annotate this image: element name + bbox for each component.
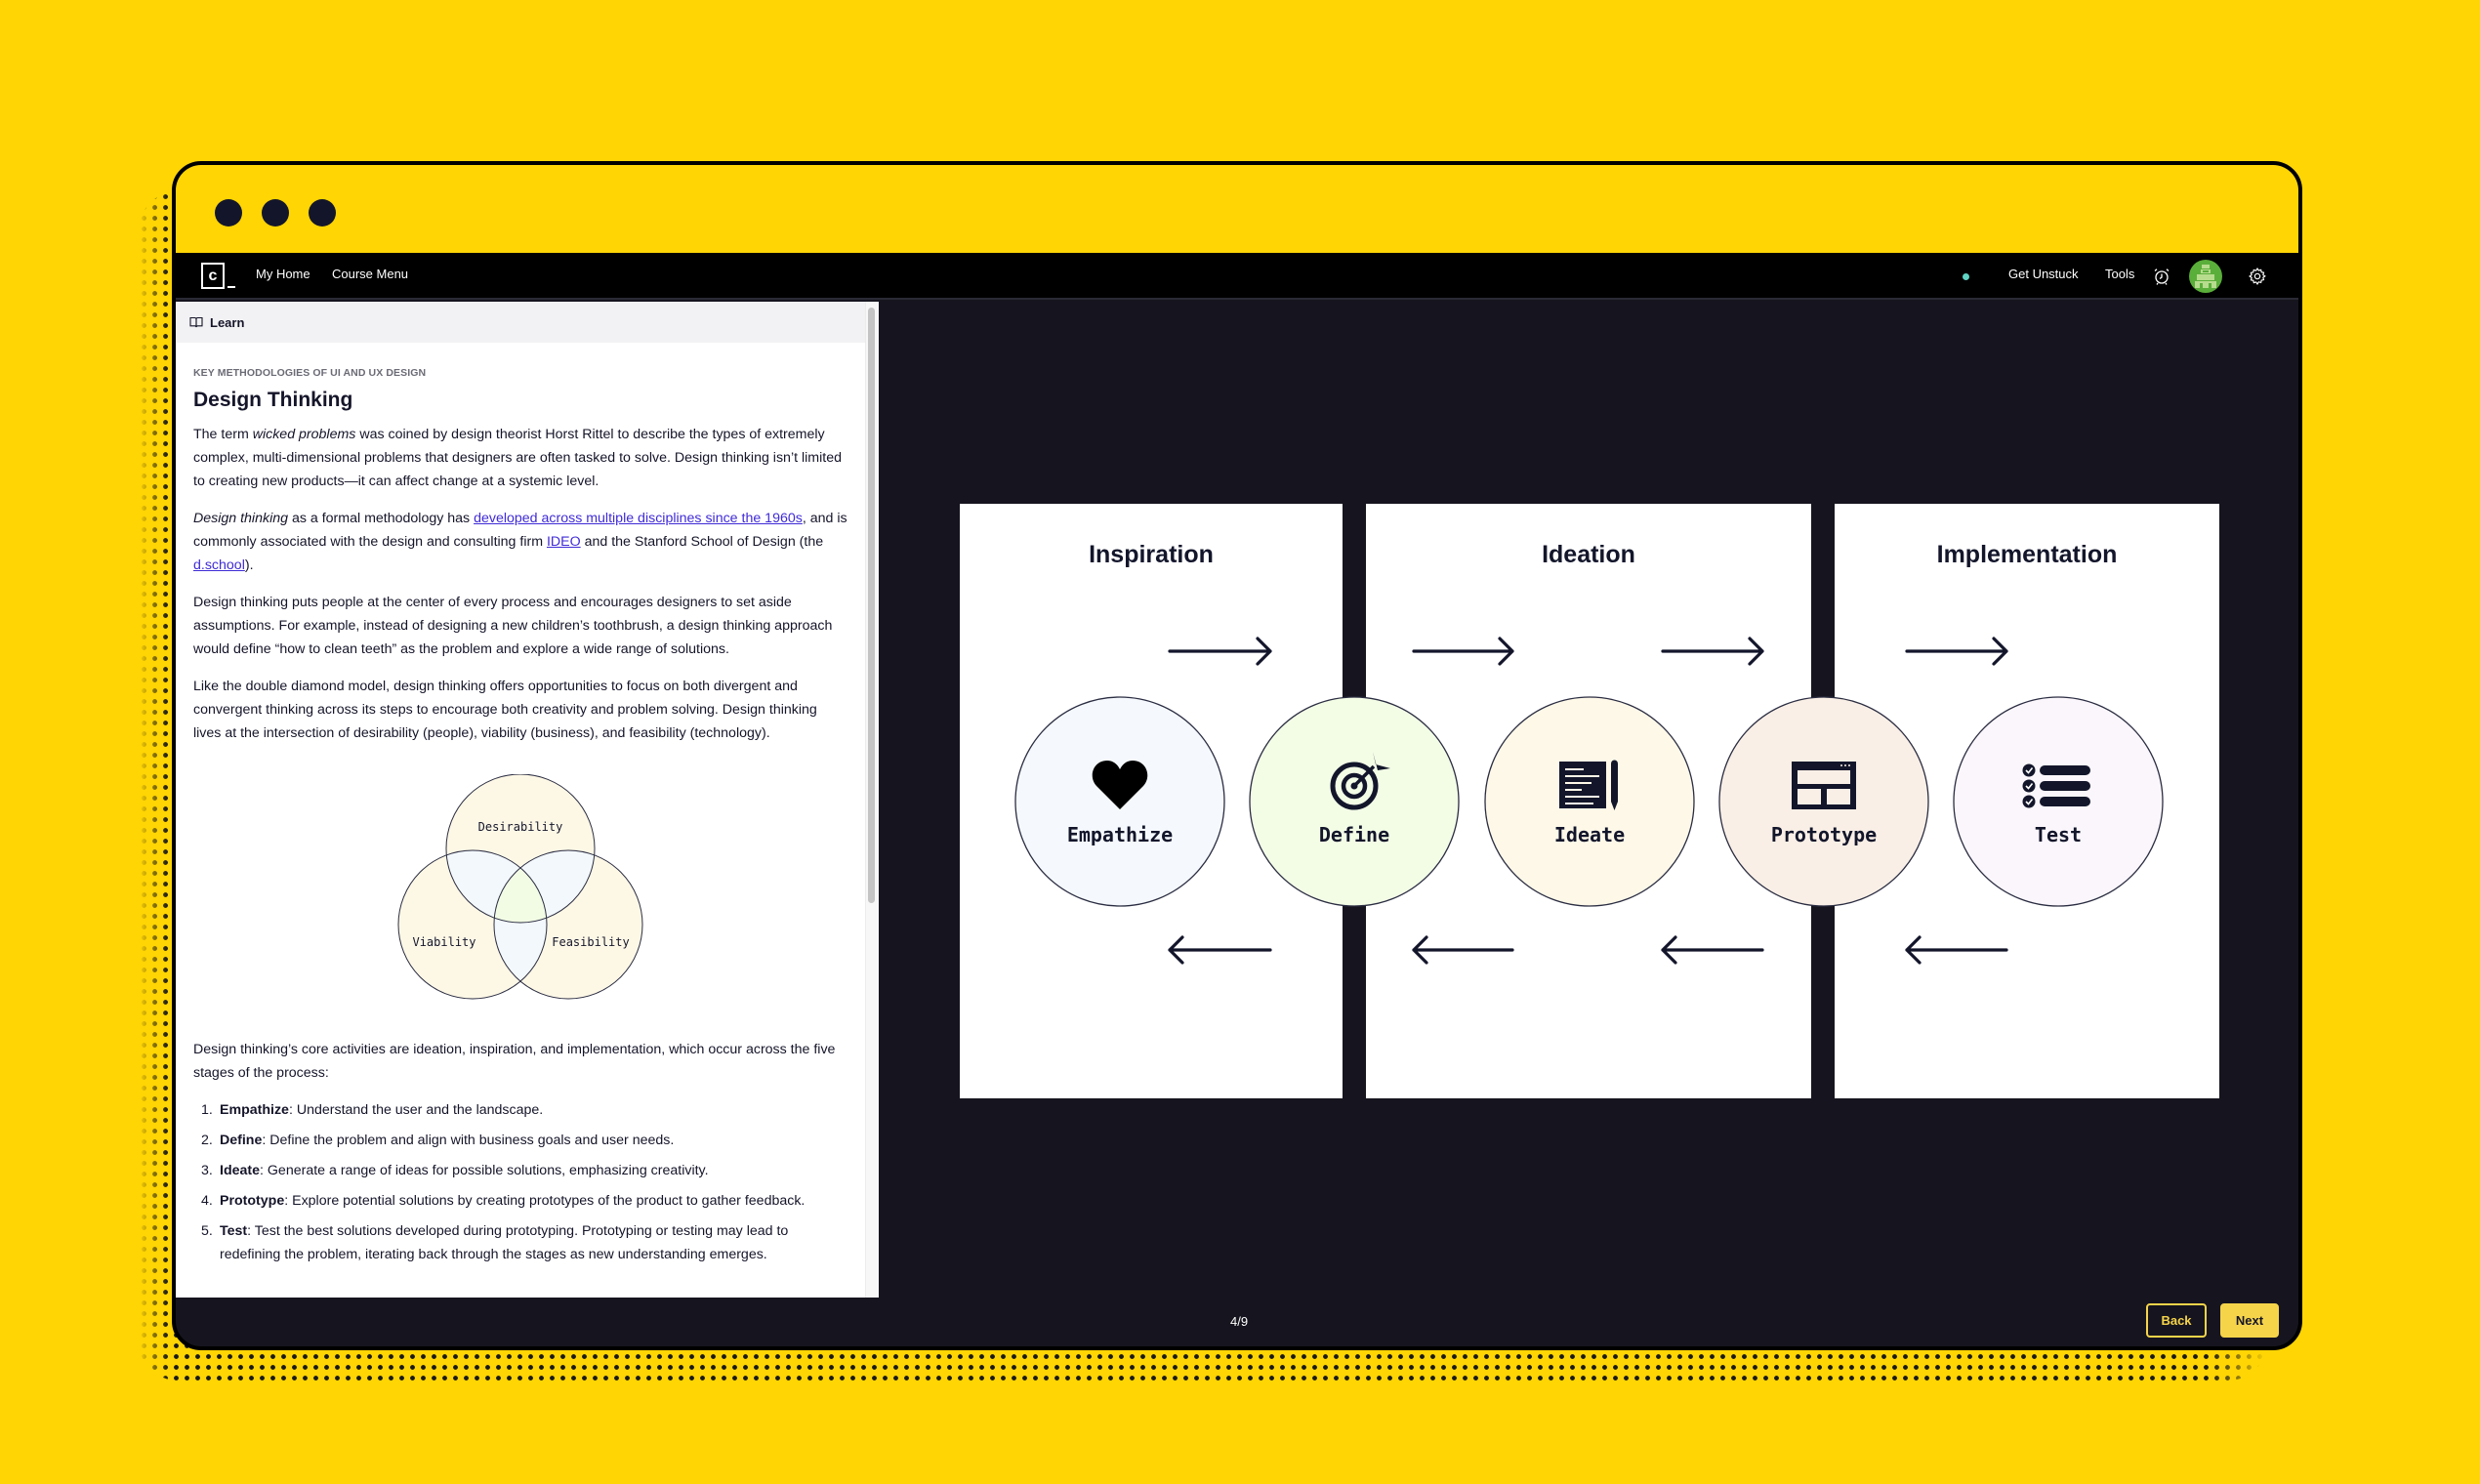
stage-description: : Understand the user and the landscape. — [288, 1102, 544, 1118]
p2-text: ). — [244, 557, 254, 573]
checklist-icon — [2022, 763, 2090, 808]
phase-title-inspiration: Inspiration — [1089, 541, 1214, 568]
top-navbar: c My Home Course Menu Get Unstuck Tools — [176, 253, 2298, 300]
codecademy-logo[interactable]: c — [201, 263, 235, 290]
p2-text: and the Stanford School of Design (the — [580, 534, 824, 550]
stage-list-item: 2. Define: Define the problem and align w… — [193, 1129, 847, 1152]
stage-label-empathize: Empathize — [1067, 823, 1173, 846]
paragraph-3: Design thinking puts people at the cente… — [193, 595, 833, 657]
gear-icon[interactable] — [2248, 267, 2267, 286]
browser-window: c My Home Course Menu Get Unstuck Tools — [172, 161, 2302, 1350]
stages-list: 1. Empathize: Understand the user and the… — [193, 1098, 847, 1266]
stage-description: : Generate a range of ideas for possible… — [260, 1163, 709, 1178]
venn-label-viability: Viability — [412, 935, 475, 949]
nav-get-unstuck[interactable]: Get Unstuck — [2008, 267, 2079, 281]
stage-term: Ideate — [220, 1163, 261, 1178]
stage-label-define: Define — [1319, 823, 1389, 846]
phase-title-ideation: Ideation — [1542, 541, 1635, 568]
scrollbar-thumb[interactable] — [868, 308, 875, 903]
stage-description: : Test the best solutions developed duri… — [220, 1223, 789, 1262]
stage-description: : Explore potential solutions by creatin… — [284, 1193, 806, 1209]
stage-label-test: Test — [2035, 823, 2082, 846]
page-indicator: 4/9 — [1230, 1314, 1249, 1329]
stage-number: 1. — [201, 1102, 213, 1118]
paragraph-2: Design thinking as a formal methodology … — [193, 507, 847, 577]
venn-diagram: Desirability Viability Feasibility — [397, 774, 643, 1000]
paragraph-4: Like the double diamond model, design th… — [193, 679, 817, 741]
stage-number: 3. — [201, 1163, 213, 1178]
diagram-area: Inspiration Ideation Implementation Empathi… — [879, 302, 2298, 1346]
lesson-eyebrow: KEY METHODOLOGIES OF UI AND UX DESIGN — [193, 367, 427, 379]
layout-wireframe-icon — [1792, 762, 1856, 809]
window-dot-1 — [215, 199, 242, 227]
back-button[interactable]: Back — [2146, 1303, 2207, 1338]
status-indicator-dot — [1963, 273, 1969, 280]
logo-underscore — [227, 286, 235, 288]
alarm-clock-icon[interactable] — [2152, 267, 2171, 286]
lesson-panel: Learn KEY METHODOLOGIES OF UI AND UX DES… — [176, 302, 879, 1298]
lesson-content: KEY METHODOLOGIES OF UI AND UX DESIGN De… — [193, 366, 847, 1266]
phase-title-implementation: Implementation — [1937, 541, 2118, 568]
nav-my-home[interactable]: My Home — [256, 267, 310, 281]
stage-description: : Define the problem and align with busi… — [262, 1133, 675, 1148]
venn-label-desirability: Desirability — [478, 820, 563, 834]
nav-tools[interactable]: Tools — [2105, 267, 2134, 281]
stage-circle-define[interactable] — [1249, 696, 1460, 907]
user-avatar[interactable] — [2189, 260, 2222, 293]
stage-term: Define — [220, 1133, 263, 1148]
next-button[interactable]: Next — [2220, 1303, 2279, 1338]
p2-text: as a formal methodology has — [288, 511, 475, 526]
stage-term: Empathize — [220, 1102, 289, 1118]
stage-list-item: 1. Empathize: Understand the user and the… — [193, 1098, 847, 1122]
paragraph-5: Design thinking’s core activities are id… — [193, 1042, 836, 1081]
stage-number: 2. — [201, 1133, 213, 1148]
nav-course-menu[interactable]: Course Menu — [332, 267, 408, 281]
p1-emphasis: wicked problems — [252, 427, 356, 442]
paragraph-1: The term wicked problems was coined by d… — [193, 423, 847, 493]
link-ideo[interactable]: IDEO — [547, 534, 581, 550]
window-dot-3 — [309, 199, 336, 227]
venn-label-feasibility: Feasibility — [552, 935, 629, 949]
design-thinking-diagram: Inspiration Ideation Implementation Empathi… — [960, 504, 2219, 1098]
book-icon — [189, 316, 203, 328]
p2-emphasis: Design thinking — [193, 511, 289, 526]
stage-label-ideate: Ideate — [1554, 823, 1625, 846]
stage-label-prototype: Prototype — [1771, 823, 1877, 846]
lesson-title: Design Thinking — [193, 389, 353, 411]
learn-header-label: Learn — [210, 314, 245, 330]
link-dschool[interactable]: d.school — [193, 557, 245, 573]
window-dot-2 — [262, 199, 289, 227]
link-developed-across-disciplines[interactable]: developed across multiple disciplines si… — [474, 511, 803, 526]
learn-header: Learn — [176, 302, 869, 343]
p1-text: The term — [193, 427, 253, 442]
logo-letter: c — [201, 263, 225, 289]
stage-number: 5. — [201, 1223, 213, 1239]
stage-list-item: 3. Ideate: Generate a range of ideas for … — [193, 1159, 847, 1182]
stage-number: 4. — [201, 1193, 213, 1209]
window-titlebar — [176, 165, 2298, 253]
stage-term: Test — [220, 1223, 248, 1239]
stage-list-item: 4. Prototype: Explore potential solutions… — [193, 1189, 847, 1213]
stage-list-item: 5. Test: Test the best solutions develope… — [193, 1219, 847, 1266]
stage-term: Prototype — [220, 1193, 285, 1209]
